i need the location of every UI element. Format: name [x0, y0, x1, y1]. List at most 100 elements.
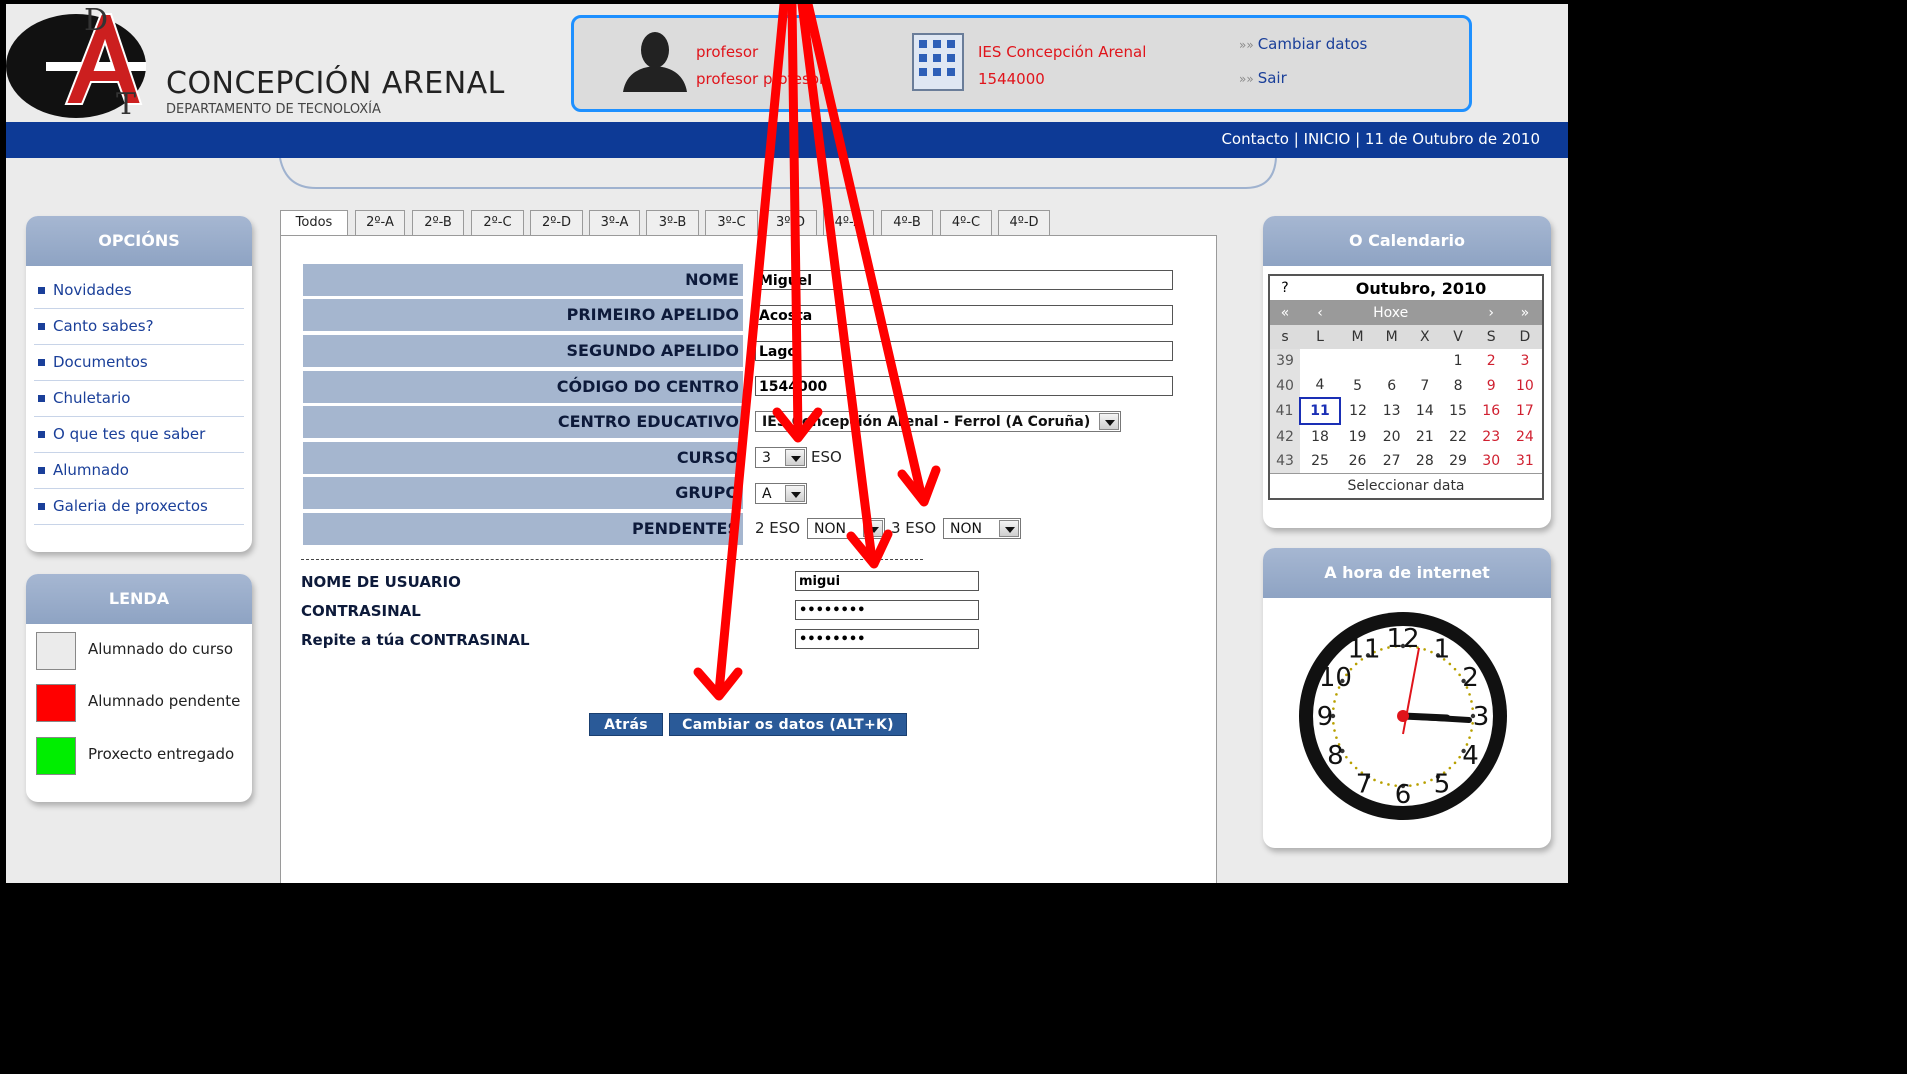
calendar-day[interactable]: 19: [1340, 424, 1375, 449]
chevron-down-icon: [785, 485, 805, 502]
calendar-prev-year-button[interactable]: «: [1269, 300, 1300, 325]
options-title: OPCIÓNS: [26, 216, 252, 266]
calendar-today-button[interactable]: Hoxe: [1340, 300, 1442, 325]
codigo-centro-input[interactable]: 1544000: [755, 376, 1173, 396]
calendar-day[interactable]: 16: [1475, 398, 1508, 424]
calendar-day[interactable]: 11: [1299, 397, 1341, 425]
usuario-input[interactable]: migui: [795, 571, 979, 591]
calendar-help-button[interactable]: ?: [1269, 275, 1300, 301]
calendar-day[interactable]: 6: [1375, 373, 1408, 398]
calendar-day[interactable]: 25: [1300, 449, 1340, 474]
change-data-submit-button[interactable]: Cambiar os datos (ALT+K): [669, 713, 907, 736]
calendar-day[interactable]: 1: [1441, 349, 1474, 373]
calendar-day[interactable]: 13: [1375, 398, 1408, 424]
clock-numeral: 10: [1319, 663, 1352, 693]
calendar-day[interactable]: 29: [1441, 449, 1474, 474]
menu-item-alumnado[interactable]: Alumnado: [34, 453, 244, 489]
logo-letter-d: D: [84, 4, 108, 38]
segundo-apelido-input[interactable]: Lago: [755, 341, 1173, 361]
clock-tick: [1423, 648, 1426, 651]
menu-item-chuletario[interactable]: Chuletario: [34, 381, 244, 417]
menu-item-canto-sabes[interactable]: Canto sabes?: [34, 309, 244, 345]
repite-contrasinal-label: Repite a túa CONTRASINAL: [301, 631, 530, 649]
clock-panel: A hora de internet 12 1 2 3 4 5 6 7 8 9 10 11: [1263, 548, 1551, 848]
menu-item-galeria[interactable]: Galeria de proxectos: [34, 489, 244, 525]
calendar-prev-month-button[interactable]: ‹: [1300, 300, 1340, 325]
usuario-label: NOME DE USUARIO: [301, 573, 461, 591]
calendar-next-month-button[interactable]: ›: [1474, 300, 1508, 325]
calendar-day[interactable]: 3: [1508, 349, 1543, 373]
logout-link[interactable]: »» Sair: [1239, 69, 1287, 87]
tab-4d[interactable]: 4º-D: [998, 210, 1050, 236]
calendar-day[interactable]: 5: [1340, 373, 1375, 398]
centro-educativo-select[interactable]: IES Concepción Arenal - Ferrol (A Coruña…: [755, 411, 1121, 432]
clock-numeral: 8: [1327, 741, 1344, 771]
pendentes-2eso-select[interactable]: NON: [807, 518, 885, 539]
back-button[interactable]: Atrás: [589, 713, 663, 736]
clock-numeral: 11: [1347, 634, 1380, 664]
menu-item-o-que-tes-que-saber[interactable]: O que tes que saber: [34, 417, 244, 453]
clock-title: A hora de internet: [1263, 548, 1551, 598]
tab-3d[interactable]: 3º-D: [764, 210, 817, 236]
calendar-day[interactable]: 31: [1508, 449, 1543, 474]
repite-contrasinal-input[interactable]: ••••••••: [795, 629, 979, 649]
calendar-day[interactable]: 17: [1508, 398, 1543, 424]
tab-3b[interactable]: 3º-B: [646, 210, 699, 236]
clock-tick: [1416, 783, 1419, 786]
tab-2a[interactable]: 2º-A: [355, 210, 405, 236]
calendar-day[interactable]: 2: [1475, 349, 1508, 373]
top-navbar: Contacto | INICIO | 11 de Outubro de 201…: [6, 122, 1568, 158]
calendar-day[interactable]: 21: [1408, 424, 1441, 449]
calendar-day[interactable]: 26: [1340, 449, 1375, 474]
calendar-day[interactable]: 27: [1375, 449, 1408, 474]
grupo-select[interactable]: A: [755, 483, 807, 504]
tab-3c[interactable]: 3º-C: [705, 210, 758, 236]
calendar-day[interactable]: 12: [1340, 398, 1375, 424]
site-title: CONCEPCIÓN ARENAL: [166, 66, 505, 101]
tab-4c[interactable]: 4º-C: [940, 210, 992, 236]
clock-tick: [1430, 778, 1433, 782]
calendar-day[interactable]: 18: [1300, 424, 1340, 449]
primeiro-apelido-input[interactable]: Acosta: [755, 305, 1173, 325]
navbar-links[interactable]: Contacto | INICIO | 11 de Outubro de 201…: [1221, 130, 1540, 148]
menu-item-novidades[interactable]: Novidades: [34, 273, 244, 309]
curso-select[interactable]: 3: [755, 447, 807, 468]
calendar-day[interactable]: 23: [1475, 424, 1508, 449]
legend-label: Proxecto entregado: [88, 745, 235, 763]
tab-2c[interactable]: 2º-C: [471, 210, 524, 236]
calendar-day[interactable]: 8: [1441, 373, 1474, 398]
legend-swatch-red: [36, 684, 76, 722]
calendar-day[interactable]: 7: [1408, 373, 1441, 398]
calendar-day[interactable]: 30: [1475, 449, 1508, 474]
header-curve-decoration: [279, 158, 1277, 189]
calendar-day[interactable]: 10: [1508, 373, 1543, 398]
calendar-day[interactable]: 22: [1441, 424, 1474, 449]
legend-title: LENDA: [26, 574, 252, 624]
user-avatar-icon: [623, 32, 687, 92]
bullet-icon: [38, 395, 45, 402]
tab-4a[interactable]: 4º-A: [823, 210, 874, 236]
tab-4b[interactable]: 4º-B: [881, 210, 933, 236]
calendar-day[interactable]: 15: [1441, 398, 1474, 424]
pendentes-3eso-select[interactable]: NON: [943, 518, 1021, 539]
menu-item-documentos[interactable]: Documentos: [34, 345, 244, 381]
calendar-select-date[interactable]: Seleccionar data: [1269, 473, 1543, 499]
tab-2b[interactable]: 2º-B: [412, 210, 464, 236]
calendar-next-year-button[interactable]: »: [1507, 300, 1543, 325]
calendar-day[interactable]: 9: [1475, 373, 1508, 398]
tab-2d[interactable]: 2º-D: [530, 210, 583, 236]
contrasinal-input[interactable]: ••••••••: [795, 600, 979, 620]
tab-todos[interactable]: Todos: [280, 210, 348, 238]
calendar-day[interactable]: 4: [1300, 373, 1340, 398]
clock-center-dot: [1397, 710, 1409, 722]
calendar-day[interactable]: 20: [1375, 424, 1408, 449]
calendar-day[interactable]: 28: [1408, 449, 1441, 474]
logo-letter-t: T: [116, 87, 136, 122]
user-info-panel: profesor profesor profesor IES Concepció…: [571, 15, 1472, 112]
change-data-link[interactable]: »» Cambiar datos: [1239, 35, 1367, 53]
nome-input[interactable]: Miguel: [755, 270, 1173, 290]
tab-3a[interactable]: 3º-A: [589, 210, 640, 236]
clock-hour-hand: [1399, 712, 1451, 722]
calendar-day[interactable]: 14: [1408, 398, 1441, 424]
calendar-day[interactable]: 24: [1508, 424, 1543, 449]
